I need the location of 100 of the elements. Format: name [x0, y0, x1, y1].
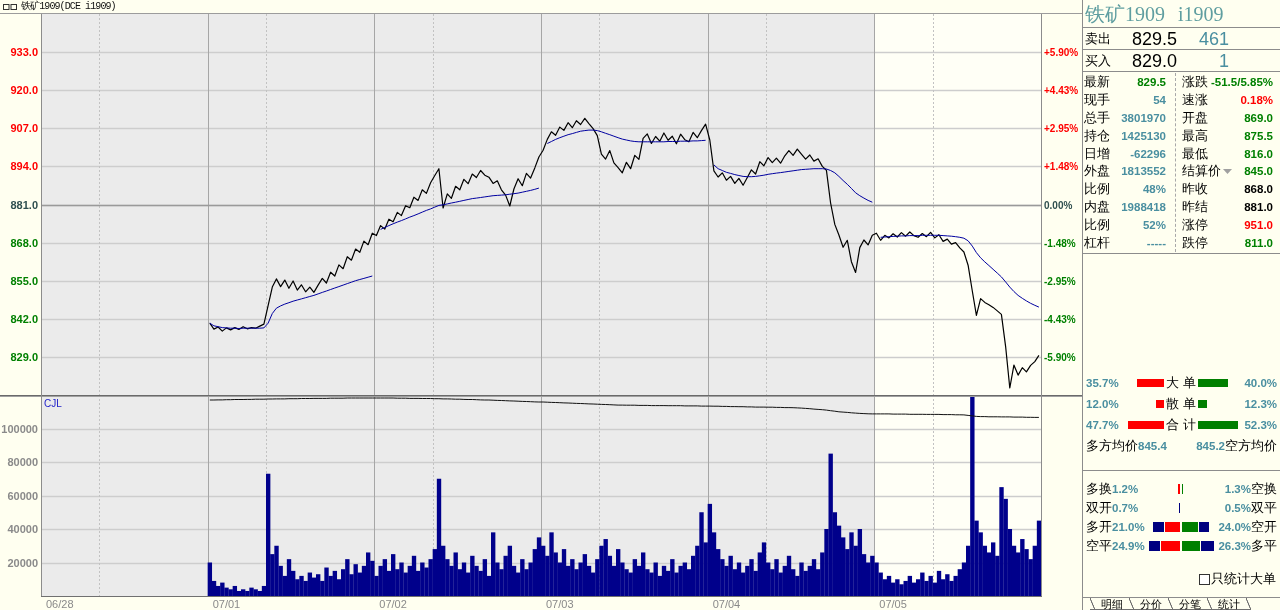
checkbox[interactable] [1199, 573, 1210, 585]
stat-value: 816.0 [1244, 146, 1273, 161]
checkbox-label: 只统计大单 [1211, 572, 1276, 587]
two-boxes-icon[interactable] [3, 3, 17, 10]
price-axis-label: 855.0 [10, 274, 38, 287]
stat-value: 881.0 [1244, 200, 1273, 215]
stat-label: 昨收 [1182, 181, 1208, 198]
stat-label: 跌停 [1182, 234, 1208, 251]
stat-label: 最高 [1182, 127, 1208, 144]
volume-axis-label: 100000 [1, 422, 38, 435]
position-percent: 1.2% [1112, 482, 1140, 495]
position-bar [1165, 522, 1180, 533]
price-axis-label: 829.0 [10, 350, 38, 363]
order-percent: 12.3% [1243, 398, 1277, 411]
position-label: 空平 [1086, 538, 1112, 555]
price-axis-label: 842.0 [10, 312, 38, 325]
stat-label: 速涨 [1182, 91, 1208, 108]
buy-bar [1156, 400, 1164, 409]
stat-label: 日增 [1084, 145, 1110, 162]
stat-value: 54 [1153, 92, 1166, 107]
date-axis-label: 07/04 [712, 598, 741, 610]
position-label: 空换 [1251, 480, 1277, 497]
price-axis-label: 881.0 [10, 198, 38, 211]
stat-label: 总手 [1084, 109, 1110, 126]
percent-axis-label: 0.00% [1044, 199, 1073, 211]
average-price-value: 845.4 [1138, 440, 1167, 453]
position-percent: 21.0% [1112, 521, 1146, 534]
tab[interactable]: 分笔 [1168, 598, 1207, 610]
position-percent: 24.0% [1217, 521, 1251, 534]
stat-label: 昨结 [1182, 199, 1208, 216]
position-label: 空开 [1251, 519, 1277, 536]
order-type-label: 散 单 [1164, 396, 1198, 413]
order-type-label: 合 计 [1164, 417, 1198, 434]
order-percent: 40.0% [1243, 377, 1277, 390]
stat-value: 868.0 [1244, 182, 1273, 197]
tab[interactable]: 分价 [1129, 598, 1168, 610]
stat-value: 3801970 [1121, 110, 1166, 125]
stat-value: -51.5/5.85% [1211, 74, 1273, 89]
tab[interactable]: 统计 [1207, 598, 1251, 610]
buy-bar [1128, 421, 1164, 430]
stat-value: 0.18% [1240, 92, 1273, 107]
stat-label: 最新 [1084, 73, 1110, 90]
quote-label: 卖出 [1084, 30, 1112, 47]
stat-label: 比例 [1084, 181, 1110, 198]
position-label: 双开 [1086, 499, 1112, 516]
order-percent: 52.3% [1243, 419, 1277, 432]
average-price-value: 845.2 [1196, 440, 1225, 453]
stat-value: 845.0 [1244, 164, 1273, 179]
percent-axis-label: -4.43% [1044, 313, 1076, 325]
position-percent: 1.3% [1223, 482, 1251, 495]
stat-label: 结算价 [1182, 163, 1221, 180]
stat-value: 1813552 [1121, 164, 1166, 179]
indicator-label: CJL [44, 398, 62, 409]
quote-volume: 1 [1218, 50, 1229, 71]
position-bar [1182, 541, 1200, 552]
tab[interactable]: 明细 [1090, 598, 1129, 610]
quote-volume: 461 [1197, 28, 1229, 49]
date-axis-label: 06/28 [46, 598, 74, 610]
volume-axis-label: 40000 [7, 523, 38, 535]
buy-bar [1137, 379, 1164, 388]
instrument-code: i1909 [1178, 1, 1224, 26]
percent-axis-label: +2.95% [1044, 123, 1079, 135]
caret-icon[interactable] [1223, 168, 1232, 174]
stat-value: 1988418 [1121, 200, 1166, 215]
stat-label: 杠杆 [1084, 234, 1110, 251]
stat-value: 829.5 [1137, 74, 1166, 89]
price-axis-label: 920.0 [10, 84, 38, 97]
quote-price: 829.5 [1132, 28, 1179, 49]
order-type-label: 大 单 [1164, 375, 1198, 392]
stat-label: 外盘 [1084, 163, 1110, 180]
sell-bar [1198, 379, 1228, 388]
date-axis-label: 07/01 [212, 598, 241, 610]
position-percent: 0.7% [1112, 501, 1140, 514]
percent-axis-label: -1.48% [1044, 237, 1076, 249]
position-label: 多开 [1086, 519, 1112, 536]
percent-axis-label: +5.90% [1044, 47, 1079, 59]
order-percent: 35.7% [1086, 377, 1120, 390]
position-percent: 0.5% [1223, 501, 1251, 514]
average-price-label: 空方均价 [1225, 438, 1277, 455]
stat-label: 持仓 [1084, 127, 1110, 144]
stat-label: 最低 [1182, 145, 1208, 162]
window-title: 铁矿1909(DCE i1909) [21, 0, 116, 13]
stat-label: 开盘 [1182, 109, 1208, 126]
percent-axis-label: -5.90% [1044, 351, 1076, 363]
order-percent: 47.7% [1086, 419, 1120, 432]
date-axis-label: 07/05 [879, 598, 907, 610]
stat-value: 951.0 [1244, 218, 1273, 233]
date-axis-label: 07/03 [546, 598, 574, 610]
date-axis-label: 07/02 [379, 598, 407, 610]
price-axis-label: 933.0 [10, 46, 38, 59]
stat-label: 比例 [1084, 217, 1110, 234]
position-bar [1153, 522, 1164, 533]
stat-value: 52% [1142, 218, 1166, 233]
stat-label: 涨跌 [1182, 73, 1208, 90]
stat-value: -62296 [1130, 146, 1166, 161]
price-axis-label: 894.0 [10, 160, 38, 173]
quote-label: 买入 [1084, 52, 1112, 69]
order-percent: 12.0% [1086, 398, 1120, 411]
stat-value: ----- [1146, 235, 1166, 250]
stat-value: 48% [1142, 182, 1166, 197]
